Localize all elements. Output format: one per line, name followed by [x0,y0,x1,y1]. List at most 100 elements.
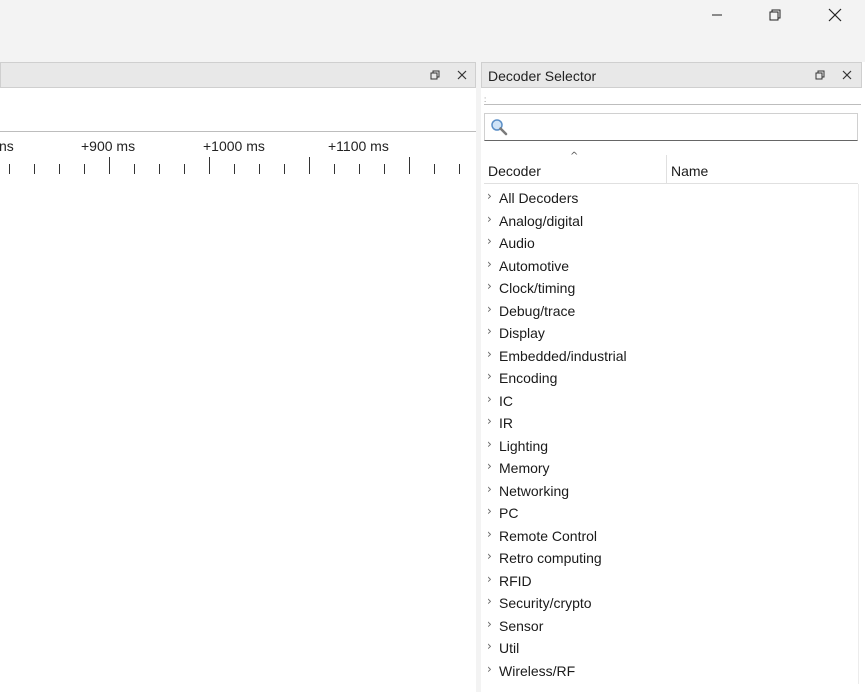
tree-item-label: Networking [499,482,570,499]
tree-item[interactable]: › Debug/trace [484,299,858,322]
close-dock-button[interactable] [454,67,470,83]
tree-item[interactable]: › Remote Control [484,524,858,547]
tree-item[interactable]: › Lighting [484,434,858,457]
close-dock-button[interactable] [839,67,855,83]
tree-item-label: Lighting [499,437,549,454]
chevron-right-icon[interactable]: › [487,302,492,316]
decoder-category-tree: › All Decoders › Analog/digital › Audio › Autom… [484,186,858,681]
chevron-right-icon[interactable]: › [487,369,492,383]
chevron-right-icon[interactable]: › [487,482,492,496]
ruler-tick [109,157,110,174]
tree-item[interactable]: › Display [484,321,858,344]
chevron-right-icon[interactable]: › [487,662,492,676]
decoder-table-header: ^ Decoder Name [484,151,858,184]
tree-item-label: Audio [499,235,535,251]
ruler-tick [209,157,210,174]
tree-item-label: Debug/trace [499,302,576,319]
splitter-grip[interactable]: : [484,95,486,104]
tree-item-label: RFID [499,572,532,589]
chevron-right-icon[interactable]: › [487,617,492,631]
divider [484,104,861,105]
chevron-right-icon[interactable]: › [487,572,492,586]
close-icon [828,8,842,22]
sort-ascending-icon: ^ [570,151,579,162]
column-header-name[interactable]: Name [667,155,857,183]
tree-item-label: Remote Control [499,527,598,544]
tree-item[interactable]: › Sensor [484,614,858,637]
column-header-decoder[interactable]: ^ Decoder [484,151,667,183]
ruler-baseline [0,131,476,132]
chevron-right-icon[interactable]: › [487,594,492,608]
chevron-right-icon[interactable]: › [487,324,492,338]
decoder-search-input[interactable] [484,113,858,141]
ruler-tick [284,164,285,174]
tree-item[interactable]: › Memory [484,456,858,479]
ruler-label: +1100 ms [328,138,389,154]
tree-item[interactable]: › Util [484,636,858,659]
tree-item-label: Display [499,325,545,341]
chevron-right-icon[interactable]: › [487,549,492,563]
chevron-right-icon[interactable]: › [487,459,492,473]
chevron-right-icon[interactable]: › [487,392,492,406]
float-dock-button[interactable] [812,67,828,83]
tree-item[interactable]: › Networking [484,479,858,502]
tree-item-label: Util [499,640,520,656]
tree-item-label: Automotive [499,257,570,274]
chevron-right-icon[interactable]: › [487,234,492,248]
ruler-tick [59,164,60,174]
chevron-right-icon[interactable]: › [487,504,492,518]
tree-item[interactable]: › Clock/timing [484,276,858,299]
tree-item[interactable]: › Automotive [484,254,858,277]
decoder-selector-header: Decoder Selector [481,62,862,88]
close-window-button[interactable] [806,0,864,30]
ruler-tick [409,157,410,174]
close-icon [457,70,467,80]
tree-item-label: IR [499,415,513,431]
float-icon [815,70,825,80]
tree-item-label: Sensor [499,617,544,634]
float-dock-button[interactable] [427,67,443,83]
ruler-tick [334,164,335,174]
column-label: Decoder [488,163,541,179]
tree-item[interactable]: › IC [484,389,858,412]
tree-item[interactable]: › Audio [484,231,858,254]
minimize-button[interactable] [688,0,746,30]
tree-item[interactable]: › Wireless/RF [484,659,858,682]
tree-item[interactable]: › IR [484,411,858,434]
column-label: Name [671,163,709,179]
chevron-right-icon[interactable]: › [487,527,492,541]
ruler-label: ns [0,138,14,154]
tree-item-label: Embedded/industrial [499,347,627,364]
search-icon [491,119,508,136]
ruler-tick [9,164,10,174]
tree-item[interactable]: › PC [484,501,858,524]
tree-item[interactable]: › All Decoders [484,186,858,209]
tree-item[interactable]: › Retro computing [484,546,858,569]
chevron-right-icon[interactable]: › [487,437,492,451]
restore-button[interactable] [746,0,804,30]
tree-item[interactable]: › Security/crypto [484,591,858,614]
ruler-tick [34,164,35,174]
chevron-right-icon[interactable]: › [487,347,492,361]
tree-item[interactable]: › Analog/digital [484,209,858,232]
window-titlebar [0,0,865,60]
tree-item[interactable]: › RFID [484,569,858,592]
tree-item[interactable]: › Encoding [484,366,858,389]
chevron-right-icon[interactable]: › [487,279,492,293]
ruler-tick [184,164,185,174]
tree-item-label: PC [499,505,519,521]
tree-item-label: Memory [499,460,550,476]
ruler-tick [259,164,260,174]
column-separator [858,184,859,684]
tree-item-label: IC [499,392,513,409]
panel-title: Decoder Selector [488,68,597,84]
chevron-right-icon[interactable]: › [487,189,492,203]
chevron-right-icon[interactable]: › [487,212,492,226]
chevron-right-icon[interactable]: › [487,414,492,428]
ruler-tick [134,164,135,174]
tree-item[interactable]: › Embedded/industrial [484,344,858,367]
ruler-label: +1000 ms [203,138,265,154]
minimize-icon [712,14,722,16]
chevron-right-icon[interactable]: › [487,257,492,271]
chevron-right-icon[interactable]: › [487,639,492,653]
